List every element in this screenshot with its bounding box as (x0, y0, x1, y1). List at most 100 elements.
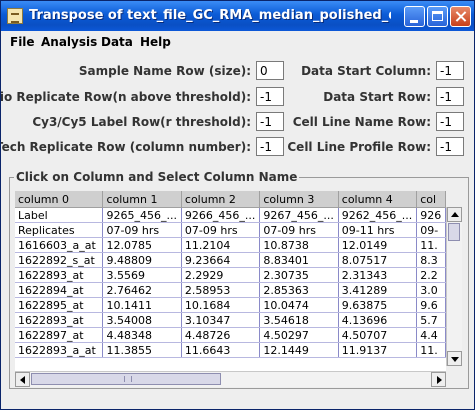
table-cell[interactable]: 07-09 hrs (259, 222, 339, 238)
table-cell[interactable]: 3.10347 (181, 312, 261, 328)
table-cell[interactable]: 10.8738 (259, 237, 339, 253)
table-cell[interactable]: Replicates (15, 222, 104, 238)
table-cell[interactable]: 4.50297 (259, 327, 339, 343)
table-row[interactable]: 1622893_a_at 11.3855 11.6643 12.1449 11.… (15, 342, 446, 358)
data-start-row-input[interactable] (436, 87, 464, 106)
scroll-up-button[interactable] (447, 207, 462, 222)
table-cell[interactable]: 10.1684 (181, 297, 261, 313)
table-row[interactable]: 1616603_a_at 12.0785 11.2104 10.8738 12.… (15, 237, 446, 253)
table-cell[interactable]: 10.0474 (259, 297, 339, 313)
column-header[interactable]: column 1 (102, 191, 182, 208)
data-table-viewport[interactable]: column 0 column 1 column 2 column 3 colu… (15, 191, 446, 371)
table-cell[interactable]: 1616603_a_at (15, 237, 104, 253)
table-row[interactable]: Label 9265_456_... 9266_456_... 9267_456… (15, 207, 446, 223)
table-cell[interactable]: 11.2104 (181, 237, 261, 253)
cell-line-profile-row-input[interactable] (436, 137, 464, 156)
table-cell[interactable]: 11. (416, 342, 446, 358)
column-header[interactable]: column 4 (338, 191, 418, 208)
column-header[interactable]: column 3 (259, 191, 339, 208)
table-cell[interactable]: 07-09 hrs (102, 222, 182, 238)
maximize-icon[interactable] (427, 6, 448, 27)
minimize-icon[interactable] (404, 6, 425, 27)
bio-replicate-row-input[interactable] (256, 87, 284, 106)
close-icon[interactable] (450, 6, 471, 27)
menu-analysis[interactable]: Analysis (41, 35, 97, 49)
horizontal-scrollbar[interactable] (15, 371, 446, 387)
table-cell[interactable]: 2.58953 (181, 282, 261, 298)
table-cell[interactable]: 09-11 hrs (338, 222, 418, 238)
vertical-scroll-thumb[interactable] (448, 223, 460, 241)
vertical-scrollbar[interactable] (446, 207, 462, 366)
menu-help[interactable]: Help (140, 35, 171, 49)
menu-data[interactable]: Data (101, 35, 133, 49)
table-cell[interactable]: 4.50707 (338, 327, 418, 343)
table-cell[interactable]: 12.1449 (259, 342, 339, 358)
table-cell[interactable]: 3.54008 (102, 312, 182, 328)
table-cell[interactable]: 2.76462 (102, 282, 182, 298)
table-row[interactable]: 1622893_at 3.54008 3.10347 3.54618 4.136… (15, 312, 446, 328)
table-cell[interactable]: 3.5569 (102, 267, 182, 283)
table-cell[interactable]: 09- (416, 222, 446, 238)
table-cell[interactable]: 3.0 (416, 282, 446, 298)
table-cell[interactable]: 2.2 (416, 267, 446, 283)
table-cell[interactable]: 1622892_s_at (15, 252, 104, 268)
table-row[interactable]: Replicates 07-09 hrs 07-09 hrs 07-09 hrs… (15, 222, 446, 238)
table-cell[interactable]: 1622893_a_at (15, 342, 104, 358)
title-bar[interactable]: Transpose of text_file_GC_RMA_median_pol… (1, 1, 474, 31)
scroll-left-button[interactable] (15, 372, 30, 387)
table-cell[interactable]: 2.2929 (181, 267, 261, 283)
table-cell[interactable]: 11. (416, 237, 446, 253)
table-cell[interactable]: 9262_456_... (338, 207, 418, 223)
sample-name-row-input[interactable] (256, 61, 284, 80)
table-cell[interactable]: 9265_456_... (102, 207, 182, 223)
menu-file[interactable]: File (10, 35, 35, 49)
table-cell[interactable]: 12.0785 (102, 237, 182, 253)
table-cell[interactable]: 8.3 (416, 252, 446, 268)
table-row[interactable]: 1622892_s_at 9.48809 9.23664 8.83401 8.0… (15, 252, 446, 268)
column-header[interactable]: col (416, 191, 446, 208)
table-cell[interactable]: 4.13696 (338, 312, 418, 328)
column-header[interactable]: column 2 (181, 191, 261, 208)
table-cell[interactable]: Label (15, 207, 104, 223)
table-row[interactable]: 1622893_at 3.5569 2.2929 2.30735 2.31343… (15, 267, 446, 283)
table-row[interactable]: 1622895_at 10.1411 10.1684 10.0474 9.638… (15, 297, 446, 313)
horizontal-scroll-thumb[interactable] (31, 373, 221, 385)
table-cell[interactable]: 1622895_at (15, 297, 104, 313)
table-cell[interactable]: 8.07517 (338, 252, 418, 268)
table-cell[interactable]: 2.85363 (259, 282, 339, 298)
table-cell[interactable]: 4.48348 (102, 327, 182, 343)
table-cell[interactable]: 1622893_at (15, 312, 104, 328)
table-cell[interactable]: 5.7 (416, 312, 446, 328)
table-cell[interactable]: 1622897_at (15, 327, 104, 343)
table-cell[interactable]: 11.9137 (338, 342, 418, 358)
data-table[interactable]: column 0 column 1 column 2 column 3 colu… (15, 191, 446, 358)
table-cell[interactable]: 1622893_at (15, 267, 104, 283)
table-cell[interactable]: 07-09 hrs (181, 222, 261, 238)
table-cell[interactable]: 9.23664 (181, 252, 261, 268)
table-cell[interactable]: 3.54618 (259, 312, 339, 328)
table-cell[interactable]: 9.63875 (338, 297, 418, 313)
table-cell[interactable]: 926 (416, 207, 446, 223)
table-cell[interactable]: 9.6 (416, 297, 446, 313)
table-row[interactable]: 1622897_at 4.48348 4.48726 4.50297 4.507… (15, 327, 446, 343)
table-cell[interactable]: 3.41289 (338, 282, 418, 298)
label-row-input[interactable] (256, 112, 284, 131)
table-cell[interactable]: 10.1411 (102, 297, 182, 313)
table-cell[interactable]: 2.30735 (259, 267, 339, 283)
table-cell[interactable]: 1622894_at (15, 282, 104, 298)
table-cell[interactable]: 9267_456_... (259, 207, 339, 223)
table-row[interactable]: 1622894_at 2.76462 2.58953 2.85363 3.412… (15, 282, 446, 298)
scroll-down-button[interactable] (447, 351, 462, 366)
tech-replicate-row-input[interactable] (256, 137, 284, 156)
data-start-column-input[interactable] (436, 61, 464, 80)
column-header[interactable]: column 0 (15, 191, 104, 208)
table-cell[interactable]: 2.31343 (338, 267, 418, 283)
table-cell[interactable]: 4.48726 (181, 327, 261, 343)
table-cell[interactable]: 8.83401 (259, 252, 339, 268)
table-cell[interactable]: 9266_456_... (181, 207, 261, 223)
table-cell[interactable]: 12.0149 (338, 237, 418, 253)
table-cell[interactable]: 11.3855 (102, 342, 182, 358)
table-cell[interactable]: 11.6643 (181, 342, 261, 358)
table-cell[interactable]: 4.4 (416, 327, 446, 343)
scroll-right-button[interactable] (431, 372, 446, 387)
